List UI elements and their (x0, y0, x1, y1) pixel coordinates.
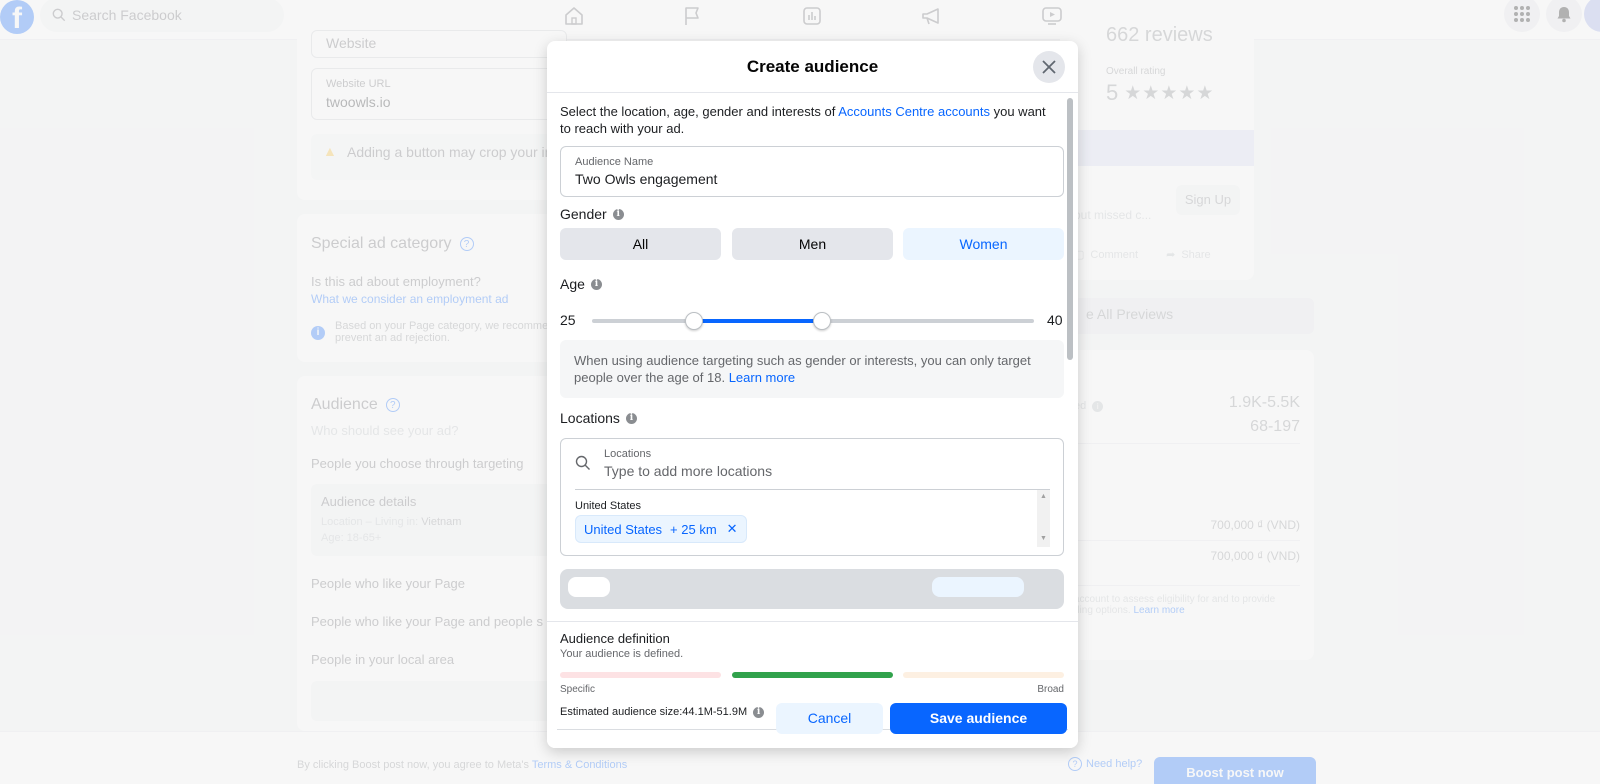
location-chip-name: United States (584, 521, 663, 537)
close-button[interactable] (1033, 51, 1065, 83)
age-label-text: Age (560, 276, 585, 292)
audience-definition-title: Audience definition (560, 631, 670, 646)
location-chip[interactable]: United States + 25 km ✕ (575, 515, 747, 543)
divider (575, 489, 1050, 490)
age-notice: When using audience targeting such as ge… (560, 340, 1064, 398)
dialog-scrollbar[interactable] (1066, 94, 1074, 621)
dialog-header: Create audience (547, 41, 1078, 93)
info-icon[interactable]: i (625, 412, 637, 424)
cancel-button[interactable]: Cancel (776, 703, 883, 734)
estimated-audience-size: Estimated audience size: 44.1M-51.9M i (560, 706, 765, 718)
audience-name-field[interactable]: Audience Name (560, 146, 1064, 197)
locations-field: Locations United States United States + … (560, 438, 1064, 556)
gender-option-women[interactable]: Women (903, 228, 1064, 260)
close-icon (1042, 60, 1056, 74)
age-notice-text: When using audience targeting such as ge… (574, 353, 1031, 385)
panel-action-button[interactable] (932, 577, 1024, 597)
age-max-value: 40 (1047, 312, 1063, 328)
locations-label: Locations i (560, 410, 637, 426)
gender-option-all[interactable]: All (560, 228, 721, 260)
create-audience-dialog: Create audience Select the location, age… (547, 41, 1078, 748)
audience-name-input[interactable] (575, 171, 1045, 187)
meter-specific-segment (560, 672, 721, 678)
age-range-slider[interactable] (592, 312, 1034, 330)
scroll-down-icon[interactable]: ▼ (1040, 535, 1047, 542)
meter-specific-label: Specific (560, 684, 596, 695)
dialog-body: Select the location, age, gender and int… (547, 94, 1078, 621)
meter-broad-segment (903, 672, 1064, 678)
age-min-handle[interactable] (685, 312, 703, 330)
accounts-centre-link[interactable]: Accounts Centre accounts (838, 104, 990, 119)
gender-option-men[interactable]: Men (732, 228, 893, 260)
meter-broad-label: Broad (1037, 684, 1064, 695)
gender-label: Gender i (560, 206, 624, 222)
dialog-title: Create audience (746, 57, 879, 76)
locations-label-text: Locations (560, 410, 620, 426)
scroll-thumb[interactable] (1067, 98, 1073, 360)
scroll-up-icon[interactable]: ▲ (1040, 493, 1047, 500)
locations-scrollbar[interactable]: ▲ ▼ (1037, 490, 1050, 547)
age-label: Age i (560, 276, 602, 292)
estimated-size-label: Estimated audience size: (560, 706, 683, 718)
info-icon[interactable]: i (753, 706, 765, 718)
panel-toggle[interactable] (568, 577, 610, 597)
age-max-handle[interactable] (812, 312, 831, 330)
locations-field-label: Locations (604, 448, 652, 460)
age-min-value: 25 (560, 312, 576, 328)
info-icon[interactable]: i (612, 208, 624, 220)
search-icon (575, 455, 590, 470)
meter-defined-segment (732, 672, 893, 678)
audience-definition-status: Your audience is defined. (560, 648, 684, 660)
age-range-fill (694, 319, 822, 323)
detailed-targeting-panel (560, 569, 1064, 609)
info-icon[interactable]: i (590, 278, 602, 290)
audience-name-label: Audience Name (575, 156, 654, 168)
location-group-label: United States (575, 500, 642, 512)
gender-label-text: Gender (560, 206, 607, 222)
intro-prefix: Select the location, age, gender and int… (560, 104, 839, 119)
remove-location-icon[interactable]: ✕ (727, 521, 738, 537)
locations-search-input[interactable] (604, 463, 1024, 479)
estimated-size-value: 44.1M-51.9M (682, 706, 748, 718)
intro-text: Select the location, age, gender and int… (560, 103, 1060, 137)
save-audience-button[interactable]: Save audience (890, 703, 1067, 734)
location-chip-radius[interactable]: + 25 km (670, 522, 717, 537)
age-learn-more-link[interactable]: Learn more (729, 370, 795, 385)
